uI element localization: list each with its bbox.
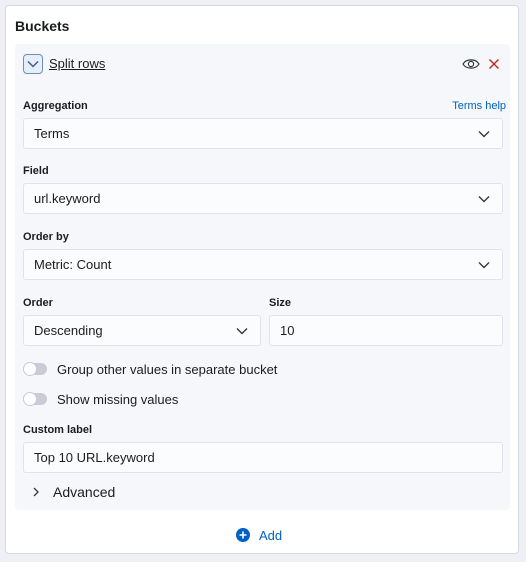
chevron-down-icon xyxy=(236,328,248,335)
chevron-down-icon xyxy=(27,60,39,68)
split-rows-header: Split rows xyxy=(23,52,502,76)
order-select[interactable]: Descending xyxy=(23,315,261,346)
size-label: Size xyxy=(269,297,292,309)
show-missing-switch[interactable] xyxy=(23,392,47,406)
advanced-toggle[interactable]: Advanced xyxy=(31,482,115,502)
order-value: Descending xyxy=(34,323,103,338)
order-by-label: Order by xyxy=(23,231,69,243)
order-by-select[interactable]: Metric: Count xyxy=(23,249,503,280)
aggregation-label: Aggregation xyxy=(23,100,88,112)
show-missing-label: Show missing values xyxy=(57,391,179,407)
close-icon[interactable] xyxy=(487,57,501,71)
order-label: Order xyxy=(23,297,53,309)
chevron-right-icon xyxy=(33,487,39,497)
size-input[interactable]: 10 xyxy=(269,315,503,346)
chevron-down-icon xyxy=(478,131,490,138)
show-missing-toggle-row[interactable]: Show missing values xyxy=(23,390,178,408)
field-select[interactable]: url.keyword xyxy=(23,183,503,214)
split-rows-link[interactable]: Split rows xyxy=(49,56,105,71)
add-label: Add xyxy=(259,527,283,543)
chevron-down-icon xyxy=(478,262,490,269)
add-button[interactable]: Add xyxy=(236,526,282,544)
custom-label-value: Top 10 URL.keyword xyxy=(34,450,155,465)
order-by-value: Metric: Count xyxy=(34,257,112,272)
eye-icon[interactable] xyxy=(462,57,480,71)
group-other-toggle-row[interactable]: Group other values in separate bucket xyxy=(23,360,277,378)
split-rows-section: Split rows Aggregation Terms help Terms … xyxy=(15,44,510,510)
chevron-down-icon xyxy=(478,196,490,203)
aggregation-select[interactable]: Terms xyxy=(23,118,503,149)
terms-help-link[interactable]: Terms help xyxy=(452,100,506,112)
buckets-panel: Buckets Split rows Aggregation Terms hel… xyxy=(5,5,519,554)
collapse-toggle-button[interactable] xyxy=(23,54,43,74)
custom-label-input[interactable]: Top 10 URL.keyword xyxy=(23,442,503,473)
group-other-switch[interactable] xyxy=(23,362,47,376)
advanced-label: Advanced xyxy=(53,484,116,500)
panel-title: Buckets xyxy=(15,18,70,34)
size-value: 10 xyxy=(280,323,295,338)
custom-label-label: Custom label xyxy=(23,424,93,436)
group-other-label: Group other values in separate bucket xyxy=(57,361,278,377)
field-label: Field xyxy=(23,165,49,177)
field-value: url.keyword xyxy=(34,191,101,206)
plus-circle-icon xyxy=(236,528,250,542)
aggregation-value: Terms xyxy=(34,126,70,141)
